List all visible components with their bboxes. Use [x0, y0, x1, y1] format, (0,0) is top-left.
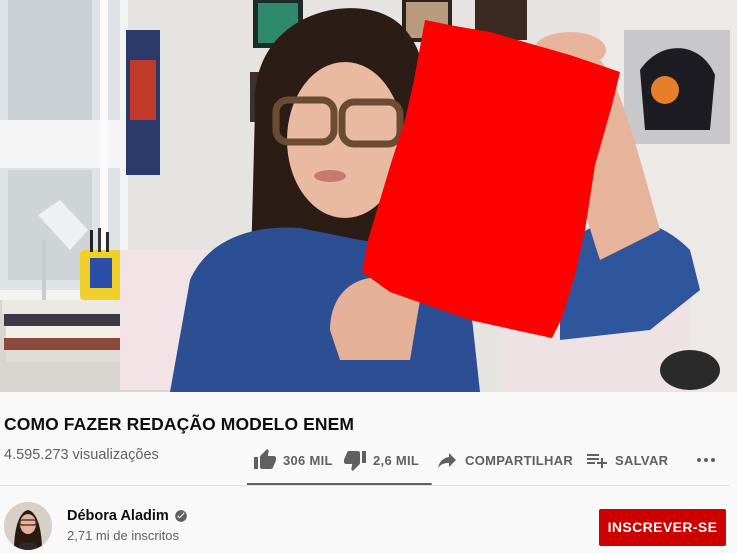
video-actions-bar: 306 MIL 2,6 MIL COMPARTILHAR SALVAR [247, 440, 733, 480]
verified-badge-icon [174, 510, 187, 522]
save-button[interactable]: SALVAR [585, 442, 691, 478]
share-label: COMPARTILHAR [465, 452, 574, 468]
view-count: 4.595.273 visualizações [4, 447, 159, 463]
channel-name[interactable]: Débora Aladim [67, 508, 188, 524]
more-actions-button[interactable] [691, 442, 721, 478]
channel-avatar[interactable] [4, 502, 52, 550]
like-button[interactable]: 306 MIL [247, 442, 343, 478]
dislike-button[interactable]: 2,6 MIL [343, 442, 435, 478]
more-horizontal-icon [697, 458, 715, 462]
playlist-add-icon [587, 454, 607, 468]
section-divider [0, 485, 729, 486]
thumb-down-icon [344, 451, 366, 471]
dislike-count: 2,6 MIL [373, 452, 420, 468]
video-title: COMO FAZER REDAÇÃO MODELO ENEM [4, 414, 355, 434]
share-arrow-icon [438, 453, 456, 468]
subscribe-button[interactable]: INSCREVER-SE [599, 509, 726, 546]
video-frame [0, 0, 737, 392]
like-count: 306 MIL [283, 452, 333, 468]
subscriber-count: 2,71 mi de inscritos [67, 528, 179, 543]
save-label: SALVAR [615, 452, 669, 468]
channel-name-text: Débora Aladim [67, 508, 169, 524]
video-player[interactable] [0, 0, 737, 392]
avatar-image [4, 502, 52, 550]
youtube-watch-page: COMO FAZER REDAÇÃO MODELO ENEM 4.595.273… [0, 0, 737, 553]
thumb-up-icon [254, 449, 276, 469]
share-button[interactable]: COMPARTILHAR [435, 442, 585, 478]
